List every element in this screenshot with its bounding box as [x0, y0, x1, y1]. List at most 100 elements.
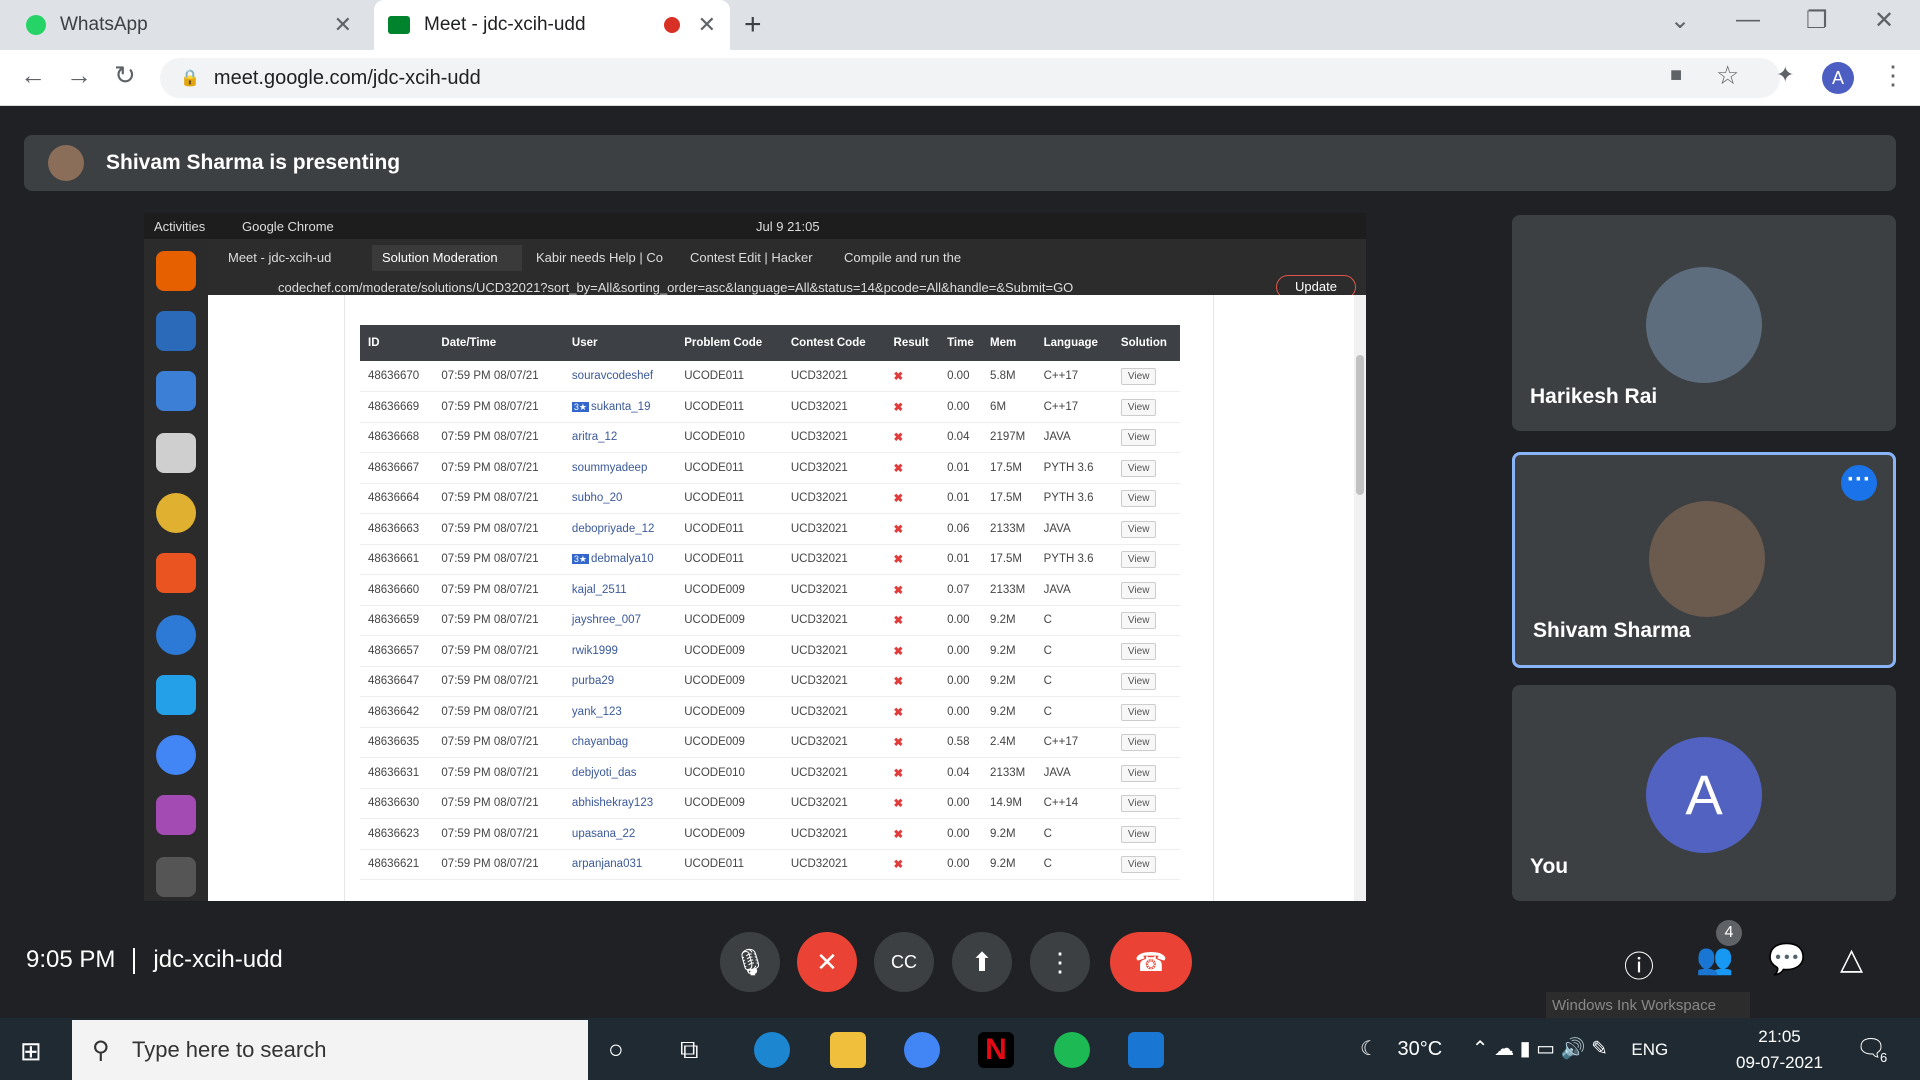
restore-button[interactable]: ❐	[1806, 6, 1828, 35]
cortana-icon[interactable]: ○	[608, 1034, 624, 1065]
close-window-button[interactable]: ✕	[1874, 6, 1894, 35]
microphone-button[interactable]: 🎙	[720, 932, 780, 992]
tab-meet[interactable]: Meet - jdc-xcih-udd ✕	[374, 0, 730, 50]
video-player-icon[interactable]	[1128, 1032, 1164, 1068]
edge-icon[interactable]	[754, 1032, 790, 1068]
taskbar-clock[interactable]: 21:05 09-07-2021	[1736, 1024, 1823, 1076]
inner-tab[interactable]: Kabir needs Help | Co	[526, 245, 676, 271]
taskbar-search[interactable]: ⚲ Type here to search	[72, 1020, 588, 1080]
user-link[interactable]: aritra_12	[563, 422, 677, 453]
user-link[interactable]: abhishekray123	[563, 788, 677, 819]
rhythmbox-icon[interactable]	[156, 493, 196, 533]
camera-off-button[interactable]: ✕	[797, 932, 857, 992]
inner-tab-active[interactable]: Solution Moderation	[372, 245, 522, 271]
activities-icon[interactable]: △	[1840, 942, 1863, 977]
user-name[interactable]: upasana_22	[572, 828, 635, 840]
view-solution-button[interactable]: View	[1120, 368, 1157, 385]
close-tab-icon[interactable]: ✕	[334, 12, 352, 38]
user-name[interactable]: kajal_2511	[572, 584, 627, 596]
user-link[interactable]: yank_123	[563, 696, 677, 728]
user-name[interactable]: debopriyade_12	[572, 523, 655, 535]
view-button[interactable]: View	[1112, 727, 1180, 758]
view-solution-button[interactable]: View	[1120, 673, 1157, 691]
scroll-thumb[interactable]	[1356, 355, 1364, 495]
view-button[interactable]: View	[1112, 696, 1180, 728]
user-link[interactable]: rwik1999	[563, 635, 677, 667]
user-name[interactable]: arpanjana031	[572, 858, 642, 870]
view-solution-button[interactable]: View	[1120, 581, 1157, 599]
writer-icon[interactable]	[156, 311, 196, 351]
user-name[interactable]: yank_123	[572, 706, 622, 718]
files-icon[interactable]	[156, 433, 196, 473]
netflix-icon[interactable]: N	[978, 1032, 1014, 1068]
view-button[interactable]: View	[1112, 666, 1180, 697]
bookmark-star-icon[interactable]: ☆	[1716, 60, 1739, 91]
view-button[interactable]: View	[1112, 849, 1180, 880]
participant-tile-active[interactable]: ··· Shivam Sharma	[1512, 452, 1896, 668]
profile-avatar[interactable]: A	[1822, 62, 1854, 94]
view-solution-button[interactable]: View	[1120, 856, 1157, 874]
user-name[interactable]: debmalya10	[591, 553, 654, 565]
people-icon[interactable]: 👥	[1696, 942, 1733, 977]
chrome-icon[interactable]	[156, 735, 196, 775]
info-icon[interactable]: ⓘ	[1624, 942, 1654, 986]
user-link[interactable]: kajal_2511	[563, 574, 677, 606]
reload-icon[interactable]: ↻	[114, 60, 136, 91]
view-button[interactable]: View	[1112, 513, 1180, 545]
language-indicator[interactable]: ENG	[1631, 1040, 1668, 1059]
user-name[interactable]: debjyoti_das	[572, 767, 637, 779]
user-link[interactable]: purba29	[563, 666, 677, 697]
more-options-button[interactable]: ⋮	[1030, 932, 1090, 992]
view-solution-button[interactable]: View	[1120, 429, 1157, 447]
tab-search-icon[interactable]: ⌄	[1670, 6, 1690, 35]
vscode-icon[interactable]	[156, 675, 196, 715]
user-link[interactable]: 3★ debmalya10	[563, 544, 677, 575]
file-explorer-icon[interactable]	[830, 1032, 866, 1068]
user-link[interactable]: soummyadeep	[563, 452, 677, 484]
user-name[interactable]: aritra_12	[572, 431, 617, 443]
view-button[interactable]: View	[1112, 391, 1180, 423]
minimize-button[interactable]: —	[1736, 6, 1760, 34]
tray-icons[interactable]: ⌃ ☁ ▮ ▭ 🔊 ✎	[1472, 1038, 1608, 1060]
present-button[interactable]: ⬆	[952, 932, 1012, 992]
view-button[interactable]: View	[1112, 483, 1180, 514]
view-solution-button[interactable]: View	[1120, 764, 1157, 782]
user-link[interactable]: 3★ sukanta_19	[563, 391, 677, 423]
view-button[interactable]: View	[1112, 635, 1180, 667]
software-icon[interactable]	[156, 553, 196, 593]
camera-icon[interactable]: ■	[1670, 64, 1682, 87]
user-name[interactable]: sukanta_19	[591, 401, 650, 413]
menu-icon[interactable]: ⋮	[1880, 60, 1906, 91]
view-solution-button[interactable]: View	[1120, 734, 1157, 752]
close-tab-icon[interactable]: ✕	[698, 12, 716, 38]
view-solution-button[interactable]: View	[1120, 612, 1157, 630]
thunderbird-icon[interactable]	[156, 371, 196, 411]
view-button[interactable]: View	[1112, 361, 1180, 392]
windows-start-icon[interactable]: ⊞	[20, 1036, 42, 1067]
view-solution-button[interactable]: View	[1120, 795, 1157, 813]
view-solution-button[interactable]: View	[1120, 490, 1157, 508]
user-name[interactable]: soummyadeep	[572, 462, 647, 474]
user-name[interactable]: rwik1999	[572, 645, 618, 657]
user-link[interactable]: jayshree_007	[563, 605, 677, 636]
view-solution-button[interactable]: View	[1120, 703, 1157, 721]
participant-tile[interactable]: Harikesh Rai	[1512, 215, 1896, 431]
view-solution-button[interactable]: View	[1120, 825, 1157, 843]
user-link[interactable]: chayanbag	[563, 727, 677, 758]
view-button[interactable]: View	[1112, 544, 1180, 575]
user-link[interactable]: souravcodeshef	[563, 361, 677, 392]
more-options-button[interactable]: ···	[1841, 465, 1877, 501]
view-solution-button[interactable]: View	[1120, 398, 1157, 416]
view-button[interactable]: View	[1112, 452, 1180, 484]
captions-button[interactable]: CC	[874, 932, 934, 992]
view-solution-button[interactable]: View	[1120, 520, 1157, 538]
scrollbar[interactable]	[1354, 295, 1366, 901]
user-link[interactable]: debjyoti_das	[563, 757, 677, 789]
user-name[interactable]: jayshree_007	[572, 614, 641, 626]
extensions-icon[interactable]: ✦	[1776, 62, 1794, 88]
task-view-icon[interactable]: ⧉	[680, 1034, 699, 1066]
video-icon[interactable]	[156, 795, 196, 835]
user-link[interactable]: subho_20	[563, 483, 677, 514]
user-link[interactable]: upasana_22	[563, 818, 677, 850]
app-grid-icon[interactable]	[156, 857, 196, 897]
